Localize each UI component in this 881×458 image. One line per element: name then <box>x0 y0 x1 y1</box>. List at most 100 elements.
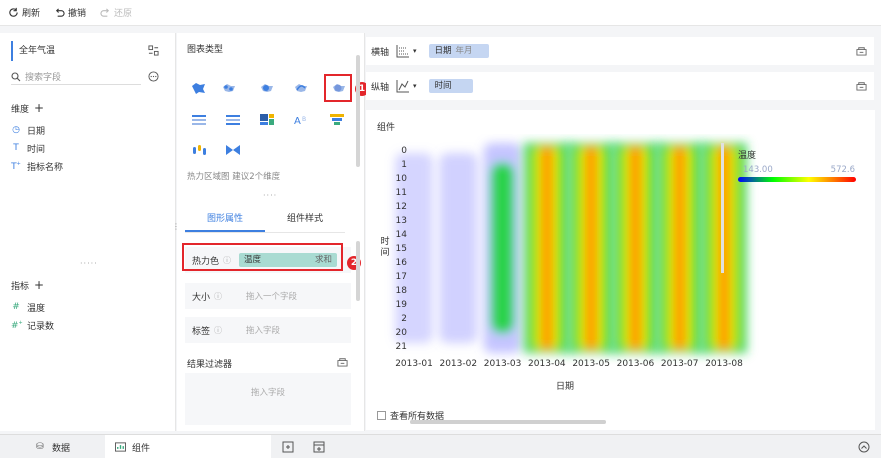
add-dashboard-icon[interactable] <box>313 441 325 453</box>
measure-item-temperature[interactable]: # 温度 <box>11 300 54 314</box>
x-axis-sort-icon[interactable] <box>395 44 411 58</box>
legend-max-label: 572.6 <box>831 165 855 175</box>
measure-item-record-count[interactable]: #+ 记录数 <box>11 318 54 332</box>
database-icon: ⛁ <box>36 442 44 452</box>
y-tick-label: 16 <box>396 258 408 268</box>
y-axis-field-pill[interactable]: 时间 <box>428 79 473 93</box>
y-tick-label: 21 <box>396 342 407 352</box>
size-row[interactable]: 大小 ⓘ 拖入一个字段 <box>185 283 351 309</box>
size-label: 大小 <box>192 292 211 303</box>
x-tick-label: 2013-08 <box>705 359 743 369</box>
property-panel: 图表类型 1 AB 热力区域图 建议2个维度 ···· 图形属性 组件样式 热力… <box>177 33 369 431</box>
treemap-icon[interactable] <box>259 113 275 127</box>
detail-table-icon[interactable] <box>191 113 207 127</box>
x-tick-label: 2013-03 <box>484 359 522 369</box>
x-tick-label: 2013-07 <box>661 359 699 369</box>
result-filter-title: 结果过滤器 <box>187 360 233 370</box>
field-search[interactable]: 搜索字段 <box>11 69 141 85</box>
measure-section-title: 指标 + <box>11 278 45 292</box>
size-drop-zone[interactable]: 拖入一个字段 <box>246 290 297 302</box>
legend-min-label: 143.00 <box>743 165 773 175</box>
y-tick-label: 14 <box>396 230 408 240</box>
heatmap-cell <box>662 147 697 349</box>
y-tick-label: 2 <box>401 314 407 324</box>
heatmap-cell <box>618 147 653 349</box>
heatmap-cell <box>707 147 741 349</box>
property-scrollbar[interactable] <box>356 241 360 301</box>
legend-gradient-bar[interactable] <box>738 177 856 182</box>
svg-text:B: B <box>302 116 306 123</box>
y-axis-title: 间 <box>380 246 389 258</box>
dimension-list: ◷ 日期 T 时间 T+ 指标名称 <box>11 123 63 173</box>
x-axis-dropdown-icon[interactable]: ▾ <box>413 47 417 55</box>
y-tick-label: 18 <box>396 286 408 296</box>
heatmap-cell <box>439 153 478 343</box>
svg-text:A: A <box>294 116 301 127</box>
y-axis-sort-icon[interactable] <box>395 79 411 93</box>
add-dimension-icon[interactable]: + <box>34 101 44 115</box>
panel-splitter[interactable]: ····· <box>80 259 98 268</box>
search-input[interactable]: 搜索字段 <box>25 70 61 83</box>
mid-splitter[interactable]: ···· <box>263 191 277 200</box>
chart-icon <box>115 442 126 452</box>
dataset-selector[interactable]: 全年气温 <box>11 41 163 61</box>
tab-component[interactable]: 组件 <box>105 435 271 458</box>
tab-graphic-property[interactable]: 图形属性 <box>185 205 265 232</box>
undo-button[interactable]: 撤销 <box>54 6 86 19</box>
switch-dataset-icon[interactable] <box>148 45 159 56</box>
y-axis-lock-icon[interactable] <box>856 80 867 91</box>
number-type-icon: # <box>12 302 20 312</box>
collapse-up-icon[interactable] <box>858 441 870 453</box>
word-cloud-icon[interactable]: AB <box>293 113 309 127</box>
dimension-item-date[interactable]: ◷ 日期 <box>11 123 63 137</box>
tag-drop-zone[interactable]: 拖入字段 <box>246 324 280 336</box>
x-axis-label: 横轴 <box>371 47 390 58</box>
add-measure-icon[interactable]: + <box>34 278 44 292</box>
x-axis-field-pill[interactable]: 日期 年月 <box>428 44 489 58</box>
flow-map-icon[interactable] <box>293 81 309 95</box>
bubble-map-icon[interactable] <box>259 81 275 95</box>
filter-lock-icon[interactable] <box>337 356 348 367</box>
map-chart-icon[interactable] <box>191 81 207 95</box>
tab-data[interactable]: ⛁ 数据 <box>0 435 100 458</box>
number-type-icon: #+ <box>11 319 23 331</box>
funnel-chart-icon[interactable] <box>329 113 345 127</box>
heatmap-column <box>483 143 522 353</box>
chart-type-scrollbar[interactable] <box>356 55 360 167</box>
measure-list: # 温度 #+ 记录数 <box>11 300 54 332</box>
add-component-icon[interactable] <box>282 441 294 453</box>
tag-row[interactable]: 标签 ⓘ 拖入字段 <box>185 317 351 343</box>
show-all-checkbox[interactable] <box>377 411 386 420</box>
y-tick-label: 12 <box>396 202 407 212</box>
range-chart-icon[interactable] <box>191 143 207 157</box>
redo-button[interactable]: 还原 <box>100 6 132 19</box>
y-axis-dropdown-icon[interactable]: ▾ <box>413 82 417 90</box>
annotation-box-2 <box>182 243 343 271</box>
sankey-chart-icon[interactable] <box>225 143 241 157</box>
heatmap-column <box>568 143 614 353</box>
x-tick-label: 2013-01 <box>395 359 433 369</box>
property-tabs: 图形属性 组件样式 <box>185 205 345 233</box>
heatmap-cell <box>529 147 564 349</box>
heatmap-chart[interactable]: 0 1 10 11 12 13 14 15 16 17 18 19 2 20 21 时间 2013-01 201… <box>366 134 871 396</box>
refresh-button[interactable]: 刷新 <box>8 6 40 19</box>
result-filter-drop-zone[interactable]: 拖入字段 <box>185 373 351 425</box>
more-options-icon[interactable] <box>148 71 159 82</box>
annotation-box-1 <box>324 74 352 102</box>
dimension-item-time[interactable]: T 时间 <box>11 141 63 155</box>
dimension-item-indicator-name[interactable]: T+ 指标名称 <box>11 159 63 173</box>
panel-collapse-handle[interactable]: ⋮ <box>172 222 180 231</box>
cross-table-icon[interactable] <box>225 113 241 127</box>
y-tick-label: 17 <box>396 272 407 282</box>
scatter-map-icon[interactable] <box>221 81 237 95</box>
tab-component-style[interactable]: 组件样式 <box>265 205 345 232</box>
undo-label: 撤销 <box>68 9 87 19</box>
show-all-data[interactable]: 查看所有数据 <box>377 409 444 422</box>
refresh-icon <box>9 7 18 17</box>
vertical-scrollbar[interactable] <box>721 143 724 273</box>
redo-label: 还原 <box>114 9 133 19</box>
x-axis-lock-icon[interactable] <box>856 45 867 56</box>
y-tick-label: 20 <box>396 328 408 338</box>
heatmap-cell <box>574 147 609 349</box>
heatmap-column <box>657 143 703 353</box>
